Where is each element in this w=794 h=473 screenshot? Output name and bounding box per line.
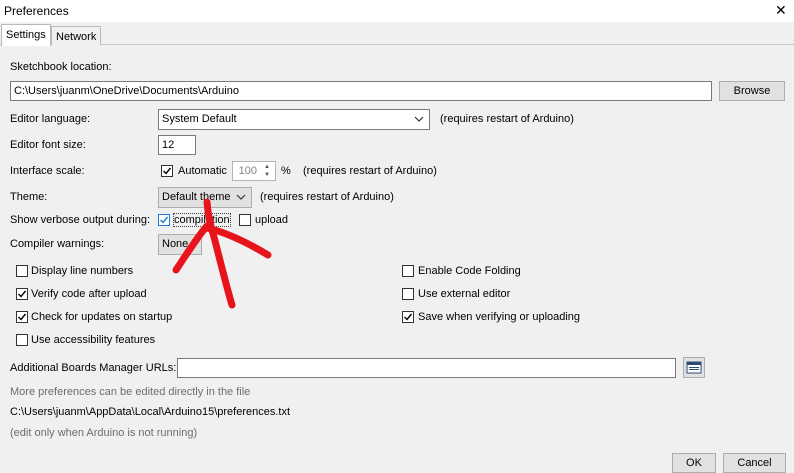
theme-label: Theme:	[10, 191, 48, 203]
external-editor-checkbox[interactable]	[402, 288, 414, 300]
preferences-path: C:\Users\juanm\AppData\Local\Arduino15\p…	[10, 406, 291, 418]
title-bar	[0, 0, 794, 22]
compilation-label: compilation	[173, 213, 231, 227]
sketchbook-location-input[interactable]: C:\Users\juanm\OneDrive\Documents\Arduin…	[10, 81, 712, 101]
compiler-warnings-value: None	[162, 238, 189, 250]
tab-network[interactable]: Network	[51, 26, 102, 46]
window-list-icon	[686, 361, 702, 374]
check-icon	[163, 167, 172, 175]
window-title: Preferences	[4, 4, 69, 18]
display-line-numbers-checkbox[interactable]	[16, 265, 28, 277]
check-icon	[404, 313, 413, 321]
theme-value: Default theme	[162, 191, 231, 203]
theme-note: (requires restart of Arduino)	[260, 191, 394, 203]
save-when-verifying-checkbox[interactable]	[402, 311, 414, 323]
editor-language-value: System Default	[162, 113, 237, 125]
verify-after-upload-checkbox[interactable]	[16, 288, 28, 300]
automatic-label: Automatic	[178, 165, 227, 177]
settings-panel: Sketchbook location: C:\Users\juanm\OneD…	[0, 45, 794, 451]
percent-unit: %	[281, 165, 291, 177]
boards-urls-edit-button[interactable]	[683, 357, 705, 378]
font-size-input[interactable]: 12	[158, 135, 196, 155]
edit-note-text: (edit only when Arduino is not running)	[10, 427, 198, 439]
chevron-down-icon	[414, 111, 424, 134]
compiler-warnings-label: Compiler warnings:	[10, 238, 105, 250]
chevron-down-icon	[236, 189, 246, 212]
check-updates-checkbox[interactable]	[16, 311, 28, 323]
automatic-checkbox[interactable]	[161, 165, 173, 177]
compiler-warnings-select[interactable]: None	[158, 234, 202, 255]
interface-scale-note: (requires restart of Arduino)	[303, 165, 437, 177]
external-editor-label: Use external editor	[418, 288, 511, 300]
cancel-button[interactable]: Cancel	[723, 453, 786, 473]
spinner-arrows-icon[interactable]: ▲ ▼	[261, 163, 273, 179]
compilation-checkbox[interactable]	[158, 214, 170, 226]
upload-checkbox[interactable]	[239, 214, 251, 226]
interface-scale-value: 100	[238, 165, 257, 177]
display-line-numbers-label: Display line numbers	[31, 265, 134, 277]
accessibility-checkbox[interactable]	[16, 334, 28, 346]
interface-scale-label: Interface scale:	[10, 165, 85, 177]
close-icon[interactable]: ✕	[775, 2, 787, 19]
sketchbook-label: Sketchbook location:	[10, 61, 112, 73]
boards-urls-input[interactable]	[177, 358, 676, 378]
ok-button[interactable]: OK	[672, 453, 716, 473]
check-icon	[18, 290, 27, 298]
check-updates-label: Check for updates on startup	[31, 311, 173, 323]
upload-label: upload	[255, 214, 289, 226]
check-icon	[18, 313, 27, 321]
verbose-label: Show verbose output during:	[10, 214, 151, 226]
more-prefs-text: More preferences can be edited directly …	[10, 386, 251, 398]
verify-after-upload-label: Verify code after upload	[31, 288, 147, 300]
editor-language-note: (requires restart of Arduino)	[440, 113, 574, 125]
check-icon	[160, 216, 169, 224]
browse-button[interactable]: Browse	[719, 81, 785, 101]
code-folding-label: Enable Code Folding	[418, 265, 521, 277]
code-folding-checkbox[interactable]	[402, 265, 414, 277]
tab-settings[interactable]: Settings	[1, 24, 51, 46]
font-size-label: Editor font size:	[10, 139, 86, 151]
save-when-verifying-label: Save when verifying or uploading	[418, 311, 581, 323]
editor-language-select[interactable]: System Default	[158, 109, 430, 130]
editor-language-label: Editor language:	[10, 113, 91, 125]
boards-urls-label: Additional Boards Manager URLs:	[10, 362, 177, 374]
interface-scale-spinner[interactable]: 100 ▲ ▼	[232, 161, 276, 181]
accessibility-label: Use accessibility features	[31, 334, 156, 346]
theme-select[interactable]: Default theme	[158, 187, 252, 208]
